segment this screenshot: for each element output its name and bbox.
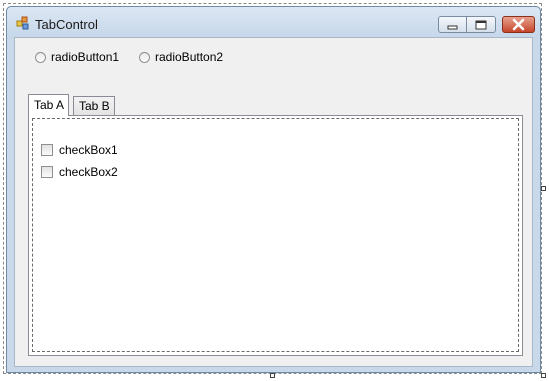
checkbox-2[interactable]: checkBox2 <box>41 165 118 179</box>
resize-handle-bottom[interactable] <box>270 373 275 378</box>
checkbox-square[interactable] <box>41 166 53 178</box>
resize-handle-corner[interactable] <box>541 373 546 378</box>
radio-label: radioButton1 <box>51 50 120 64</box>
radio-button-2[interactable]: radioButton2 <box>139 50 223 64</box>
checkbox-label: checkBox2 <box>59 165 118 179</box>
checkbox-1[interactable]: checkBox1 <box>41 143 118 157</box>
radio-circle[interactable] <box>139 51 150 63</box>
checkbox-label: checkBox1 <box>59 143 118 157</box>
close-icon <box>512 18 525 31</box>
title-bar[interactable]: TabControl <box>7 7 540 38</box>
checkbox-square[interactable] <box>41 144 53 156</box>
window-title: TabControl <box>35 17 98 32</box>
tab-label: Tab B <box>79 99 110 113</box>
resize-handle-right[interactable] <box>541 186 546 191</box>
tab-b[interactable]: Tab B <box>73 96 115 115</box>
radio-label: radioButton2 <box>155 50 224 64</box>
tab-page-selection-outline: checkBox1 checkBox2 <box>32 118 519 352</box>
minimize-button[interactable] <box>438 16 467 33</box>
tab-a[interactable]: Tab A <box>28 94 70 116</box>
close-button[interactable] <box>502 16 535 33</box>
form-window: TabControl radioButton1 radioButton2 Tab… <box>6 6 541 373</box>
maximize-icon <box>475 20 487 30</box>
minimize-icon <box>447 25 458 30</box>
form-client-area: radioButton1 radioButton2 Tab A Tab B ch… <box>14 37 533 367</box>
maximize-button[interactable] <box>467 16 496 33</box>
radio-circle[interactable] <box>35 51 46 63</box>
radio-button-1[interactable]: radioButton1 <box>35 50 119 64</box>
tab-page-a: checkBox1 checkBox2 <box>28 115 523 356</box>
tab-label: Tab A <box>34 98 65 112</box>
app-icon <box>16 16 29 30</box>
